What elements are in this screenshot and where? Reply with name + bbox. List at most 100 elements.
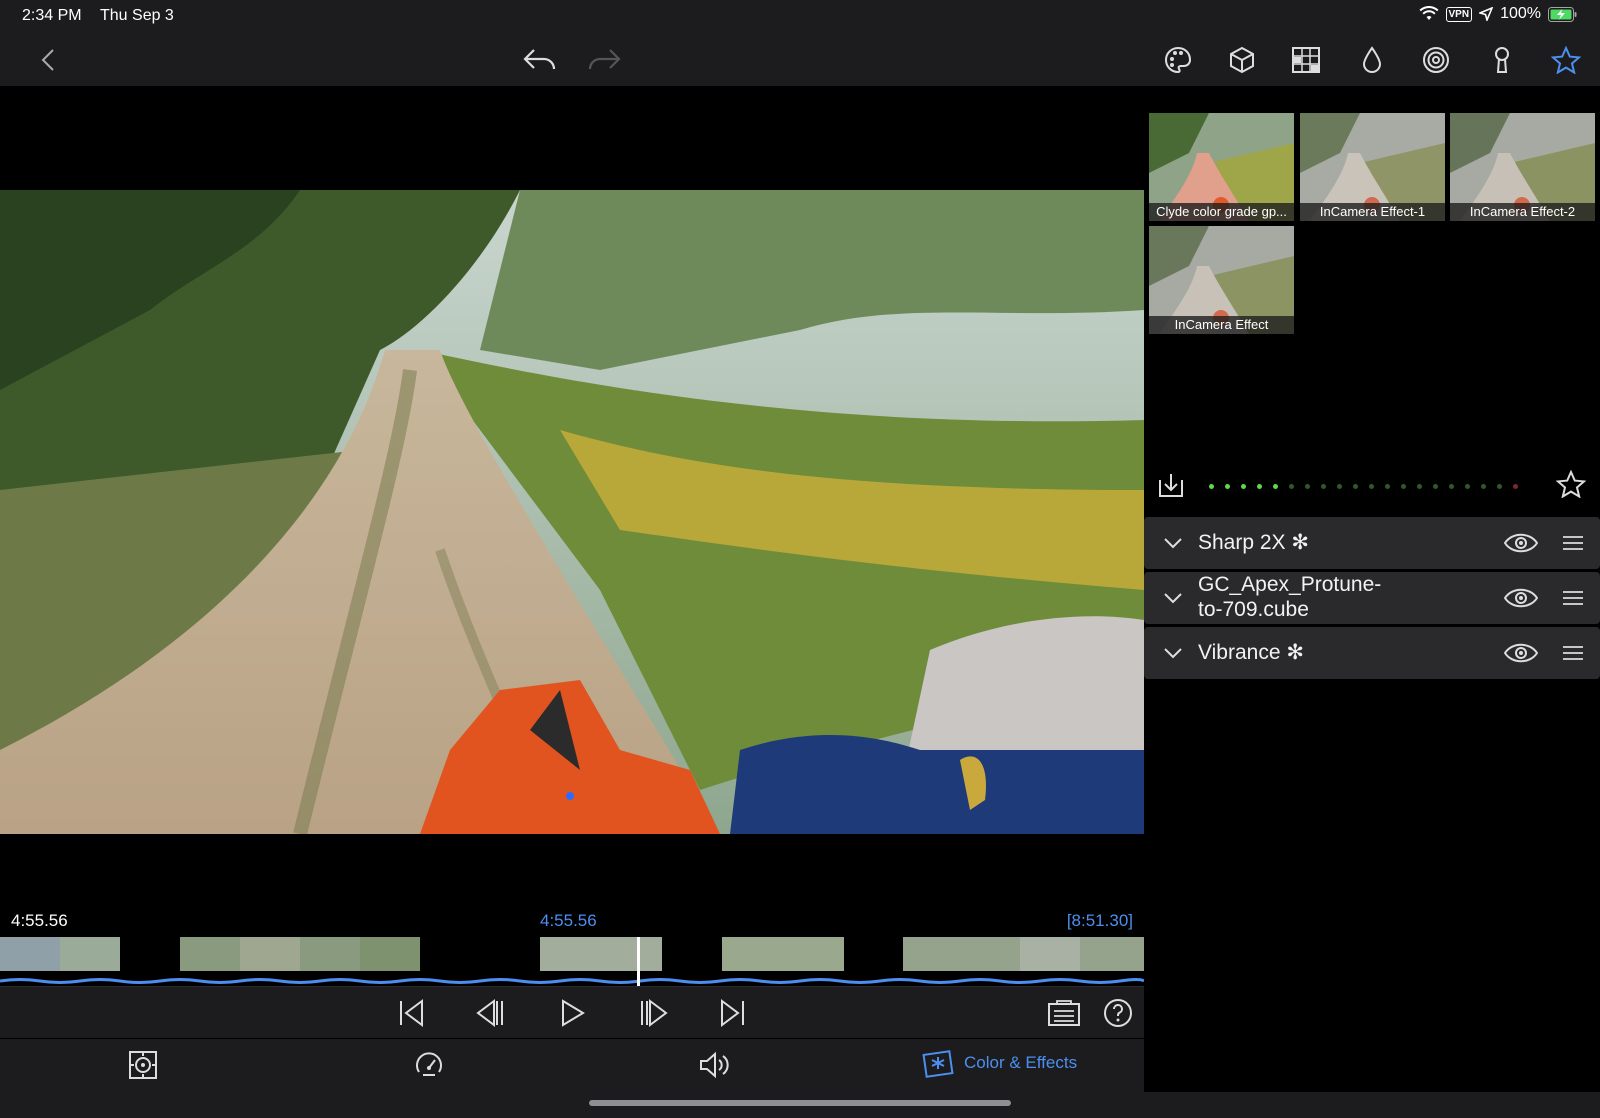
grid-button[interactable] — [1286, 40, 1326, 80]
home-bar-area — [0, 1092, 1600, 1118]
go-to-end-button[interactable] — [713, 993, 753, 1033]
preset-thumbnail[interactable]: InCamera Effect — [1149, 226, 1294, 334]
transform-icon — [129, 1051, 157, 1079]
page-dot — [1353, 484, 1358, 489]
chevron-down-icon[interactable] — [1164, 538, 1182, 549]
page-dot — [1273, 484, 1278, 489]
page-dot — [1385, 484, 1390, 489]
play-icon — [562, 999, 585, 1027]
video-frame-image — [0, 190, 1144, 834]
palette-icon — [1165, 46, 1192, 74]
effect-name: Vibrance ✻ — [1198, 641, 1304, 664]
speaker-icon — [700, 1051, 729, 1079]
preset-label: InCamera Effect-1 — [1300, 203, 1445, 221]
tab-speed[interactable] — [409, 1045, 449, 1085]
page-dot — [1465, 484, 1470, 489]
home-indicator[interactable] — [589, 1100, 1011, 1106]
page-dot — [1369, 484, 1374, 489]
bottom-tab-bar: Color & Effects — [0, 1038, 1144, 1092]
drag-handle-icon[interactable] — [1562, 590, 1584, 606]
page-dot — [1481, 484, 1486, 489]
eye-icon[interactable] — [1504, 642, 1538, 664]
video-frame[interactable] — [0, 190, 1144, 834]
grid-icon — [1292, 47, 1320, 73]
page-dot — [1209, 484, 1214, 489]
keyhole-icon — [1495, 47, 1509, 73]
previous-frame-button[interactable] — [470, 993, 510, 1033]
eye-icon[interactable] — [1504, 532, 1538, 554]
spiral-button[interactable] — [1416, 40, 1456, 80]
top-toolbar — [0, 32, 1600, 86]
timeline-filmstrip[interactable] — [0, 937, 1144, 986]
clipboard-list-icon — [1048, 1000, 1080, 1026]
page-dot — [1497, 484, 1502, 489]
color-effects-panel: Clyde color grade gp... InCamera Effect-… — [1144, 86, 1600, 1092]
vpn-badge: VPN — [1445, 6, 1473, 22]
redo-button[interactable] — [584, 40, 624, 80]
download-icon — [1159, 474, 1183, 497]
preset-thumbnail[interactable]: Clyde color grade gp... — [1149, 113, 1294, 221]
speedometer-icon — [416, 1052, 442, 1076]
chevron-down-icon[interactable] — [1164, 648, 1182, 659]
effect-row[interactable]: GC_Apex_Protune- to-709.cube — [1144, 572, 1600, 624]
page-dot — [1241, 484, 1246, 489]
import-preset-button[interactable] — [1156, 470, 1186, 505]
tab-transform[interactable] — [123, 1045, 163, 1085]
effect-name-line1: GC_Apex_Protune- — [1198, 573, 1382, 596]
preset-label: Clyde color grade gp... — [1149, 203, 1294, 221]
effect-name: Sharp 2X ✻ — [1198, 531, 1309, 554]
playhead-time: 4:55.56 — [540, 911, 597, 930]
clipboard-button[interactable] — [1044, 993, 1084, 1033]
next-frame-button[interactable] — [634, 993, 674, 1033]
page-dot — [1257, 484, 1262, 489]
transport-controls — [0, 986, 1144, 1038]
eye-icon[interactable] — [1504, 587, 1538, 609]
status-bar: 2:34 PM Thu Sep 3 VPN 100% — [0, 0, 1600, 32]
drop-icon — [1362, 46, 1382, 73]
star-outline-icon — [1555, 469, 1587, 499]
drag-handle-icon[interactable] — [1562, 535, 1584, 551]
favorite-preset-button[interactable] — [1555, 469, 1587, 503]
drag-handle-icon[interactable] — [1562, 645, 1584, 661]
page-dot — [1513, 484, 1518, 489]
cube-button[interactable] — [1222, 40, 1262, 80]
preset-label: InCamera Effect-2 — [1450, 203, 1595, 221]
page-dot — [1321, 484, 1326, 489]
status-time: 2:34 PM — [22, 7, 82, 24]
page-dot — [1289, 484, 1294, 489]
effect-name-line2: to-709.cube — [1198, 598, 1309, 621]
preset-thumbnail[interactable]: InCamera Effect-2 — [1450, 113, 1595, 221]
play-button[interactable] — [553, 993, 593, 1033]
total-duration: [8:51.30] — [1066, 911, 1133, 930]
video-preview-area — [0, 86, 1144, 908]
help-icon — [1104, 999, 1132, 1027]
frame-forward-icon — [641, 999, 668, 1027]
back-button[interactable] — [28, 40, 68, 80]
page-dot — [1433, 484, 1438, 489]
drop-button[interactable] — [1352, 40, 1392, 80]
effect-row[interactable]: Vibrance ✻ — [1144, 627, 1600, 679]
palette-button[interactable] — [1158, 40, 1198, 80]
go-to-start-button[interactable] — [391, 993, 431, 1033]
star-icon — [1551, 46, 1581, 74]
effect-row[interactable]: Sharp 2X ✻ — [1144, 517, 1600, 569]
favorites-button[interactable] — [1546, 40, 1586, 80]
page-dot — [1401, 484, 1406, 489]
tab-audio[interactable] — [695, 1045, 735, 1085]
tab-color-effects-label: Color & Effects — [964, 1053, 1078, 1072]
tab-color-effects[interactable]: Color & Effects — [922, 1048, 1077, 1078]
keyhole-button[interactable] — [1482, 40, 1522, 80]
battery-percent: 100% — [1500, 5, 1541, 22]
chevron-down-icon[interactable] — [1164, 593, 1182, 604]
frame-back-icon — [476, 999, 503, 1027]
wifi-icon — [1419, 6, 1439, 20]
color-effects-icon — [922, 1050, 954, 1078]
undo-icon — [523, 49, 556, 70]
status-indicators: VPN 100% — [1419, 5, 1578, 23]
preset-thumbnail[interactable]: InCamera Effect-1 — [1300, 113, 1445, 221]
undo-button[interactable] — [520, 40, 560, 80]
help-button[interactable] — [1098, 993, 1138, 1033]
spiral-icon — [1423, 47, 1449, 73]
page-dot — [1225, 484, 1230, 489]
filmstrip-frames — [0, 937, 1144, 986]
